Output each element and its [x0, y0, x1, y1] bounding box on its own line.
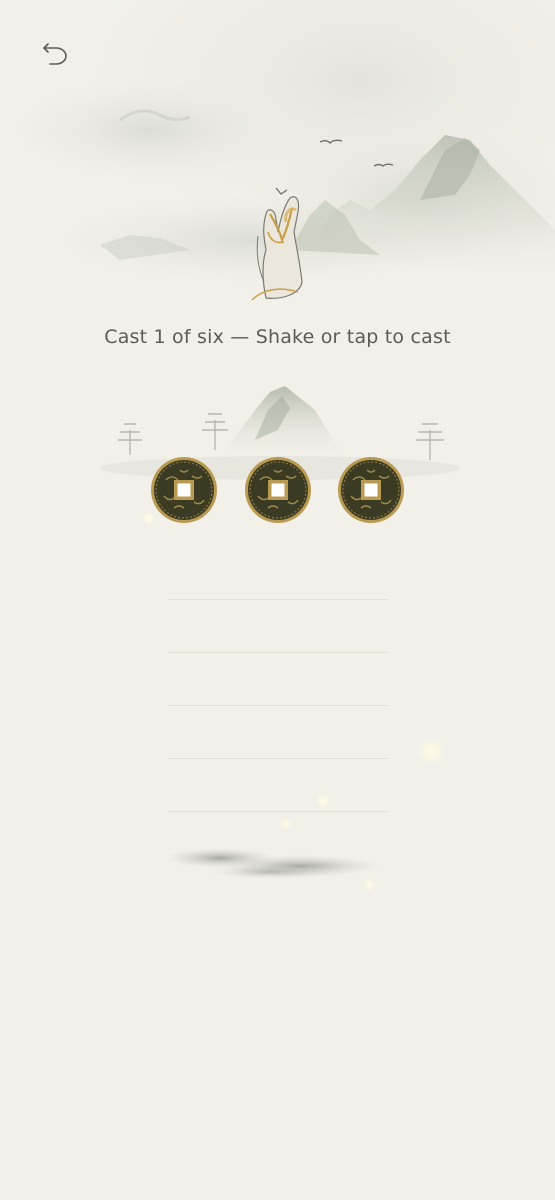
chinese-coin-icon	[338, 457, 404, 523]
coin-2[interactable]	[244, 456, 312, 524]
coin-1[interactable]	[150, 456, 218, 524]
sparkle	[316, 794, 330, 808]
chinese-coin-icon	[151, 457, 217, 523]
cast-prompt: Cast 1 of six — Shake or tap to cast	[104, 326, 451, 348]
hexagram-line-slot	[168, 811, 388, 812]
hexagram-line-slot	[168, 599, 388, 600]
hexagram-line-slot	[168, 652, 388, 653]
sparkle	[363, 879, 375, 891]
hexagram-line-slot	[168, 758, 388, 759]
sparkle	[281, 818, 293, 830]
coin-3[interactable]	[337, 456, 405, 524]
hexagram-line-slot	[168, 705, 388, 706]
back-button[interactable]	[38, 34, 74, 70]
chinese-coin-icon	[245, 457, 311, 523]
ink-cloud-decoration	[165, 848, 380, 879]
undo-arrow-icon	[43, 43, 67, 65]
mountain-landscape-illustration	[0, 0, 555, 320]
sparkle	[143, 512, 155, 524]
casting-screen[interactable]: Cast 1 of six — Shake or tap to cast	[0, 0, 555, 1200]
sparkle	[418, 738, 444, 764]
